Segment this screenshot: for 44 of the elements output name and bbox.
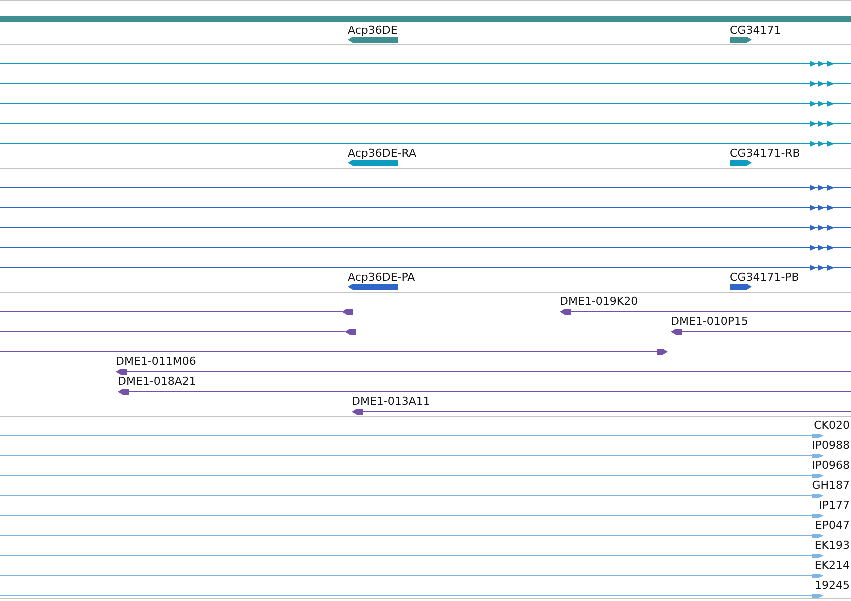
feature-label: Acp36DE	[348, 24, 398, 37]
feature-glyph[interactable]	[730, 284, 752, 290]
feature-glyph[interactable]	[730, 37, 752, 43]
feature-glyph[interactable]	[730, 160, 752, 166]
strand-arrows-icon	[810, 61, 835, 67]
feature-label: 19245	[815, 579, 850, 592]
feature-glyph[interactable]	[116, 369, 127, 375]
feature-glyph[interactable]	[348, 37, 398, 43]
feature-glyph[interactable]	[657, 349, 668, 355]
strand-arrows-icon	[810, 225, 835, 231]
feature-glyph[interactable]	[345, 329, 356, 335]
feature-glyph[interactable]	[342, 309, 353, 315]
feature-glyph[interactable]	[348, 160, 398, 166]
feature-glyph[interactable]	[560, 309, 571, 315]
feature-label: DME1-013A11	[352, 395, 430, 408]
feature-label: DME1-019K20	[560, 295, 638, 308]
feature-label: DME1-018A21	[118, 375, 196, 388]
strand-arrows-icon	[810, 185, 835, 191]
strand-arrows-icon	[810, 81, 835, 87]
feature-label: GH187	[812, 479, 850, 492]
feature-label: EP047	[815, 519, 850, 532]
feature-label: Acp36DE-PA	[348, 271, 416, 284]
feature-glyph[interactable]	[348, 284, 398, 290]
feature-label: CK020	[814, 419, 850, 432]
feature-glyph[interactable]	[118, 389, 129, 395]
strand-arrows-icon	[810, 245, 835, 251]
feature-label: IP0988	[812, 439, 850, 452]
strand-arrows-icon	[810, 121, 835, 127]
feature-label: IP177	[819, 499, 850, 512]
strand-arrows-icon	[810, 205, 835, 211]
feature-label: IP0968	[812, 459, 850, 472]
feature-label: EK193	[814, 539, 850, 552]
feature-glyph[interactable]	[671, 329, 682, 335]
feature-label: CG34171	[730, 24, 782, 37]
feature-label: DME1-010P15	[671, 315, 749, 328]
strand-arrows-icon	[810, 101, 835, 107]
feature-label: Acp36DE-RA	[348, 147, 416, 160]
feature-label: CG34171-PB	[730, 271, 800, 284]
strand-arrows-icon	[810, 265, 835, 271]
feature-label: CG34171-RB	[730, 147, 800, 160]
feature-glyph[interactable]	[352, 409, 363, 415]
feature-label: EK214	[814, 559, 850, 572]
feature-label: DME1-011M06	[116, 355, 196, 368]
strand-arrows-icon	[810, 141, 835, 147]
